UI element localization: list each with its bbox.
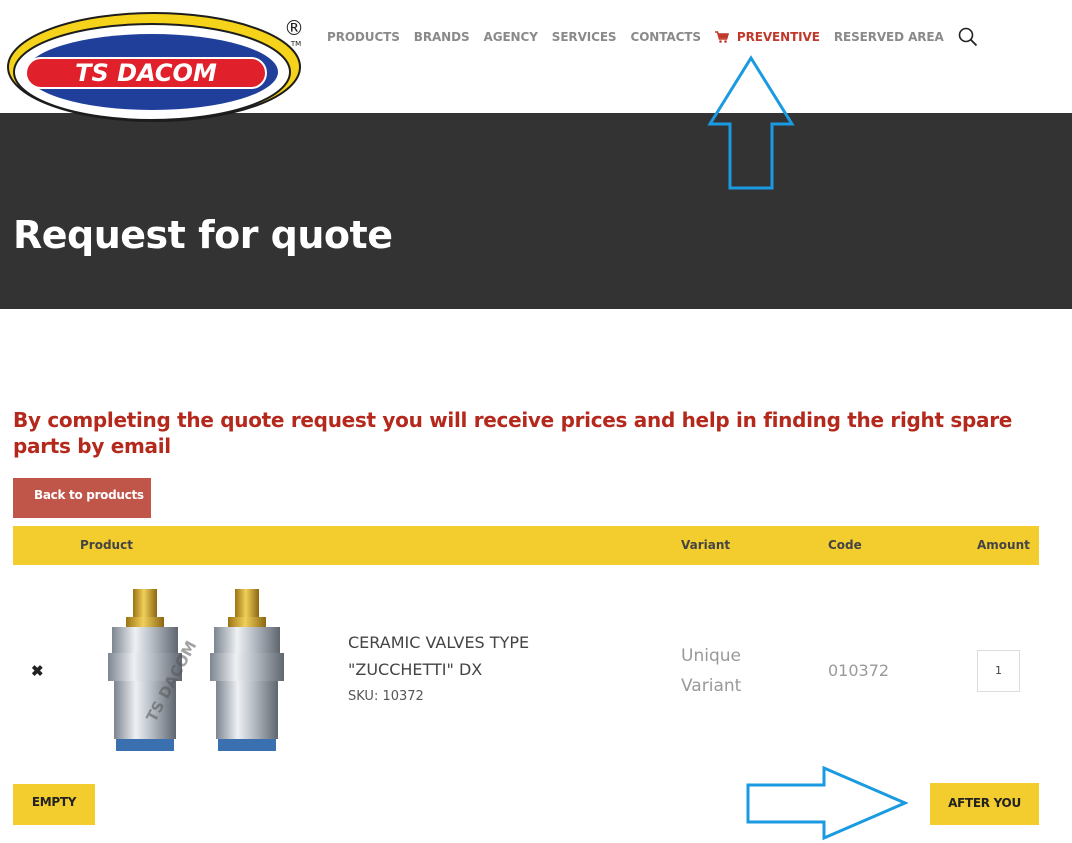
nav-agency[interactable]: AGENCY <box>484 30 538 44</box>
remove-item-icon[interactable]: ✖ <box>31 662 44 680</box>
product-variant: Unique Variant <box>681 646 742 696</box>
header-amount: Amount <box>977 538 1030 552</box>
annotation-arrow-up-icon <box>707 55 795 190</box>
quote-table-header: Product Variant Code Amount <box>13 526 1039 565</box>
quantity-input[interactable]: 1 <box>977 650 1020 692</box>
product-name[interactable]: CERAMIC VALVES TYPE "ZUCCHETTI" DX <box>348 629 588 683</box>
product-sku: SKU: 10372 <box>348 689 424 704</box>
cart-icon <box>714 31 729 43</box>
nav-services[interactable]: SERVICES <box>552 30 617 44</box>
product-code: 010372 <box>828 661 890 680</box>
ts-dacom-logo[interactable]: TS DACOM ® TM <box>6 8 306 123</box>
nav-preventive-label: PREVENTIVE <box>736 30 820 44</box>
header-variant: Variant <box>681 538 731 552</box>
main-nav: PRODUCTS BRANDS AGENCY SERVICES CONTACTS… <box>327 27 978 47</box>
table-row: ✖ TS DACOM CERAMIC VALVES TYPE "ZUCCHETT… <box>13 565 1039 765</box>
page-title: Request for quote <box>13 213 393 257</box>
search-icon[interactable] <box>958 27 978 47</box>
product-thumbnail[interactable]: TS DACOM <box>80 583 313 755</box>
back-to-products-button[interactable]: Back to products <box>13 478 151 518</box>
logo-text: TS DACOM <box>75 59 217 87</box>
annotation-arrow-right-icon <box>746 765 908 841</box>
nav-reserved-area[interactable]: RESERVED AREA <box>834 30 944 44</box>
quote-intro-text: By completing the quote request you will… <box>13 408 1013 458</box>
site-header: TS DACOM ® TM PRODUCTS BRANDS AGENCY SER… <box>0 0 1072 122</box>
nav-brands[interactable]: BRANDS <box>414 30 470 44</box>
trademark-mark: TM <box>290 40 301 48</box>
page-hero: Request for quote <box>0 113 1072 309</box>
registered-mark: ® <box>284 16 304 40</box>
nav-contacts[interactable]: CONTACTS <box>630 30 701 44</box>
header-product: Product <box>80 538 133 552</box>
empty-button[interactable]: EMPTY <box>13 784 95 825</box>
header-code: Code <box>828 538 862 552</box>
after-you-button[interactable]: AFTER YOU <box>930 783 1039 825</box>
nav-preventive[interactable]: PREVENTIVE <box>714 30 820 44</box>
nav-products[interactable]: PRODUCTS <box>327 30 400 44</box>
